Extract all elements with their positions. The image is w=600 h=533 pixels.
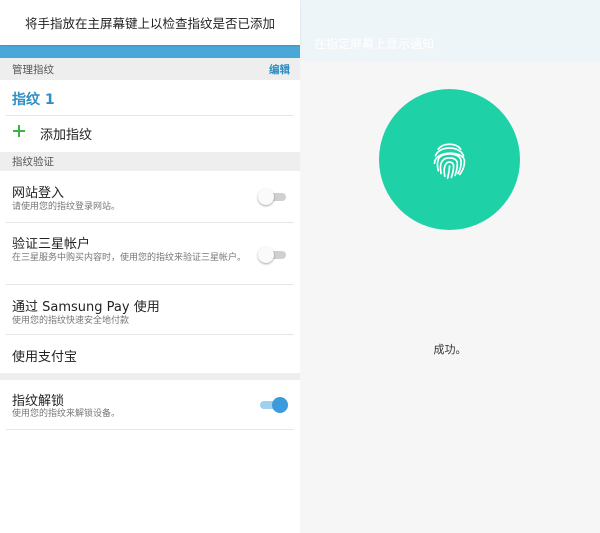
website-login-row[interactable]: 网站登入 请使用您的指纹登录网站。	[6, 171, 294, 223]
samsung-account-title: 验证三星帐户	[12, 237, 91, 252]
toggle-knob	[258, 247, 274, 263]
notification-banner-text: 在指定屏幕上显示通知	[314, 37, 435, 51]
fingerprint-registration-panel: 在指定屏幕上显示通知 成功。	[300, 0, 600, 533]
edit-button[interactable]: 编辑	[269, 62, 290, 77]
fingerprint-icon	[433, 143, 466, 180]
action-bar	[0, 45, 300, 58]
fingerprint-unlock-desc: 使用您的指纹来解锁设备。	[12, 409, 121, 419]
website-login-title: 网站登入	[12, 186, 65, 201]
samsung-account-row[interactable]: 验证三星帐户 在三星服务中购买内容时，使用您的指纹来验证三星帐户。	[6, 223, 294, 285]
instruction-toast: 将手指放在主屏幕键上以检查指纹是否已添加	[0, 0, 300, 45]
toggle-knob	[258, 189, 274, 205]
alipay-title: 使用支付宝	[12, 350, 78, 365]
samsung-pay-desc: 使用您的指纹快速安全地付款	[12, 316, 130, 326]
manage-header-label: 管理指纹	[12, 63, 54, 76]
samsung-pay-title: 通过 Samsung Pay 使用	[12, 300, 160, 315]
plus-icon	[13, 125, 25, 137]
verify-header-label: 指纹验证	[12, 156, 54, 168]
fingerprint-unlock-toggle[interactable]	[258, 397, 288, 413]
alipay-row[interactable]: 使用支付宝	[6, 335, 294, 373]
fingerprint-settings-panel: 将手指放在主屏幕键上以检查指纹是否已添加 管理指纹 编辑 指纹 1 添加指纹 指…	[0, 0, 300, 533]
fingerprint-unlock-title: 指纹解锁	[12, 394, 65, 409]
fingerprint-unlock-row[interactable]: 指纹解锁 使用您的指纹来解锁设备。	[6, 380, 294, 430]
notification-banner: 在指定屏幕上显示通知	[300, 0, 600, 62]
success-message: 成功。	[433, 343, 467, 356]
website-login-toggle[interactable]	[258, 189, 288, 205]
samsung-pay-row[interactable]: 通过 Samsung Pay 使用 使用您的指纹快速安全地付款	[6, 285, 294, 335]
fingerprint-item-label: 指纹 1	[12, 92, 55, 108]
toast-text: 将手指放在主屏幕键上以检查指纹是否已添加	[24, 16, 275, 31]
section-divider	[0, 373, 300, 380]
samsung-account-toggle[interactable]	[258, 247, 288, 263]
section-header-manage: 管理指纹 编辑	[0, 58, 300, 80]
samsung-account-desc: 在三星服务中购买内容时，使用您的指纹来验证三星帐户。	[12, 253, 247, 263]
fingerprint-sensor-circle	[379, 89, 520, 230]
toggle-knob	[272, 397, 288, 413]
website-login-desc: 请使用您的指纹登录网站。	[12, 202, 121, 212]
add-fingerprint-label: 添加指纹	[40, 128, 93, 143]
section-header-verify: 指纹验证	[0, 152, 300, 171]
